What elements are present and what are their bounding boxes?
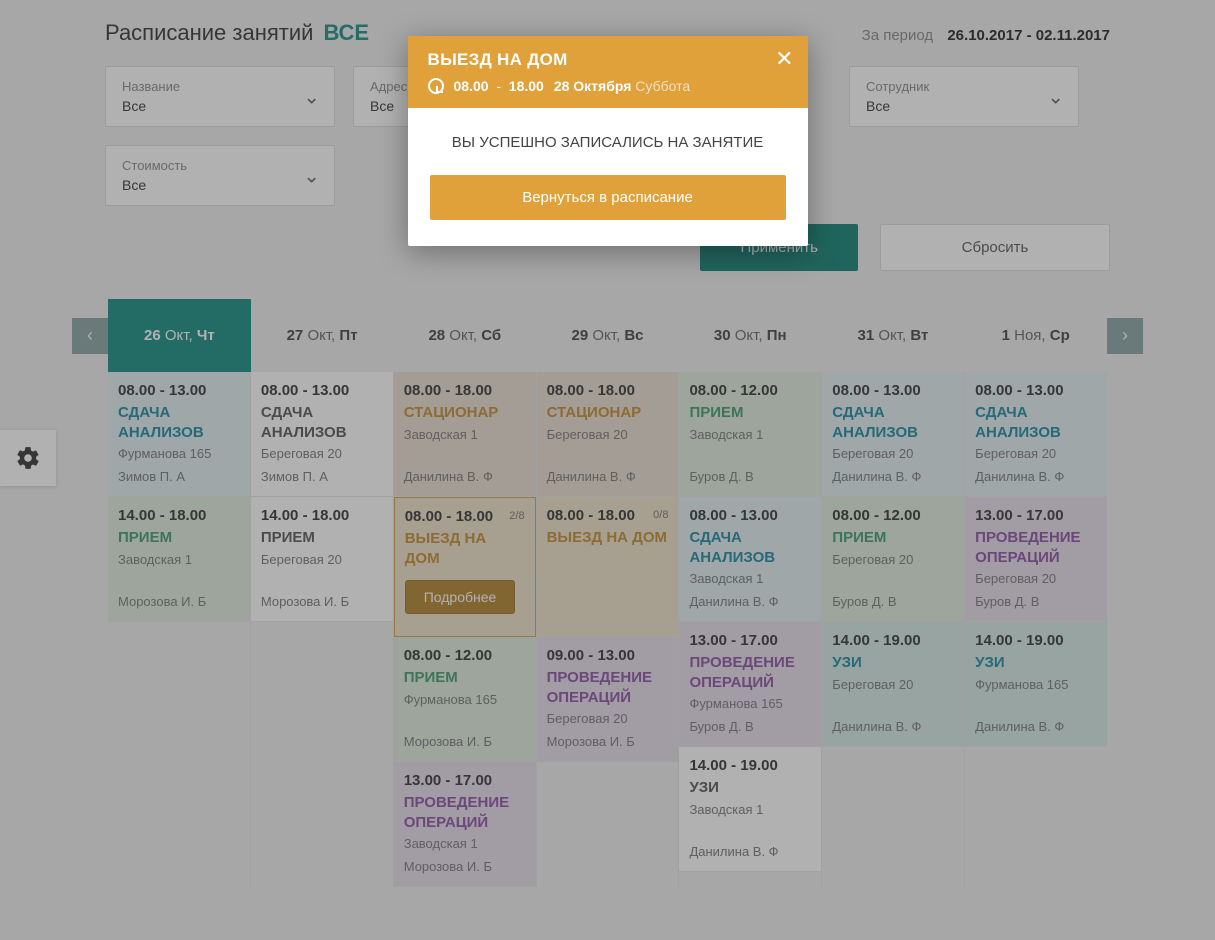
modal-close-button[interactable]: ✕ (775, 46, 793, 72)
back-to-schedule-button[interactable]: Вернуться в расписание (430, 175, 786, 220)
modal-message: ВЫ УСПЕШНО ЗАПИСАЛИСЬ НА ЗАНЯТИЕ (430, 134, 786, 151)
clock-icon (428, 78, 444, 94)
close-icon: ✕ (775, 46, 793, 71)
modal-title: ВЫЕЗД НА ДОМ (428, 50, 788, 70)
success-modal: ВЫЕЗД НА ДОМ 08.00 - 18.00 28 Октября Су… (408, 36, 808, 246)
